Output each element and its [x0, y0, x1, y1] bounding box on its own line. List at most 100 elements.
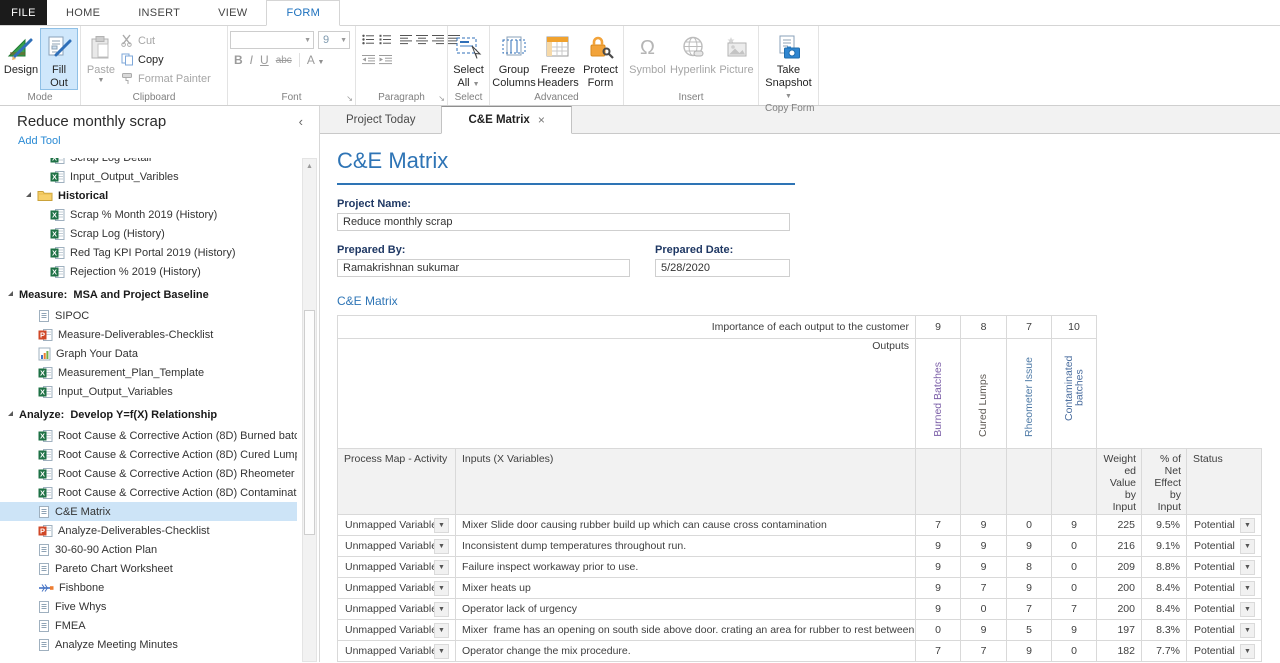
chevron-down-icon[interactable]: ▼: [1240, 644, 1255, 659]
underline-button[interactable]: U: [260, 53, 269, 67]
status-dropdown[interactable]: Potential▼: [1193, 601, 1255, 618]
hyperlink-button[interactable]: Hyperlink: [669, 28, 717, 78]
collapse-sidebar-icon[interactable]: ‹: [295, 114, 307, 129]
score-cell[interactable]: 9: [1007, 641, 1052, 662]
chevron-down-icon[interactable]: ▼: [1240, 560, 1255, 575]
activity-dropdown[interactable]: Unmapped Variable▼: [344, 643, 449, 660]
input-variable-cell[interactable]: Mixer frame has an opening on south side…: [456, 620, 916, 641]
picture-button[interactable]: Picture: [717, 28, 756, 78]
tab-ce-matrix[interactable]: C&E Matrix ×: [441, 106, 571, 134]
tree-item-scrap-log-detail[interactable]: X Scrap Log Detail: [0, 158, 297, 167]
chevron-down-icon[interactable]: ▼: [434, 539, 449, 554]
importance-value[interactable]: 8: [961, 316, 1007, 339]
tab-home[interactable]: HOME: [47, 0, 119, 25]
tree-item-measure-msa-and-project-baseline[interactable]: Measure: MSA and Project Baseline: [0, 285, 297, 304]
score-cell[interactable]: 0: [1052, 641, 1097, 662]
chevron-down-icon[interactable]: ▼: [434, 560, 449, 575]
tree-item-scrap-log-history[interactable]: X Scrap Log (History): [0, 224, 297, 243]
align-right-button[interactable]: [432, 34, 444, 45]
decrease-indent-button[interactable]: [362, 54, 375, 65]
tree-item-30-60-90-action-plan[interactable]: 30-60-90 Action Plan: [0, 540, 297, 559]
chevron-down-icon[interactable]: ▼: [1240, 539, 1255, 554]
tree-item-five-whys[interactable]: Five Whys: [0, 597, 297, 616]
score-cell[interactable]: 9: [1052, 515, 1097, 536]
copy-button[interactable]: Copy: [119, 50, 211, 69]
score-cell[interactable]: 0: [1007, 515, 1052, 536]
tree-item-scrap-month-2019-history[interactable]: X Scrap % Month 2019 (History): [0, 205, 297, 224]
score-cell[interactable]: 9: [916, 599, 961, 620]
freeze-headers-button[interactable]: Freeze Headers: [536, 28, 580, 90]
tree-item-historical[interactable]: Historical: [0, 186, 297, 205]
activity-dropdown[interactable]: Unmapped Variable▼: [344, 601, 449, 618]
tab-view[interactable]: VIEW: [199, 0, 266, 25]
tree-item-improve-implement-proposed-improvements[interactable]: Improve: Implement Proposed Improvements: [0, 658, 297, 662]
chevron-down-icon[interactable]: ▼: [434, 623, 449, 638]
select-all-button[interactable]: Select All ▼: [450, 28, 487, 90]
scroll-up-icon[interactable]: ▲: [303, 159, 316, 174]
status-dropdown[interactable]: Potential▼: [1193, 622, 1255, 639]
chevron-down-icon[interactable]: ▼: [1240, 581, 1255, 596]
score-cell[interactable]: 9: [916, 578, 961, 599]
output-header[interactable]: Cured Lumps: [961, 339, 1007, 449]
score-cell[interactable]: 8: [1007, 557, 1052, 578]
output-header[interactable]: Burned Batches: [916, 339, 961, 449]
expand-arrow-icon[interactable]: [8, 411, 13, 416]
increase-indent-button[interactable]: [379, 54, 392, 65]
score-cell[interactable]: 9: [1007, 578, 1052, 599]
tree-item-c-e-matrix[interactable]: C&E Matrix: [0, 502, 297, 521]
tree-item-sipoc[interactable]: SIPOC: [0, 306, 297, 325]
input-variable-cell[interactable]: Operator change the mix procedure.: [456, 641, 916, 662]
tree-item-analyze-meeting-minutes[interactable]: Analyze Meeting Minutes: [0, 635, 297, 654]
group-columns-button[interactable]: Group Columns: [492, 28, 536, 90]
score-cell[interactable]: 7: [961, 641, 1007, 662]
tree-item-red-tag-kpi-portal-2019-history[interactable]: X Red Tag KPI Portal 2019 (History): [0, 243, 297, 262]
tab-form[interactable]: FORM: [266, 0, 340, 26]
chevron-down-icon[interactable]: ▼: [1240, 518, 1255, 533]
take-snapshot-button[interactable]: Take Snapshot ▼: [761, 28, 816, 103]
score-cell[interactable]: 5: [1007, 620, 1052, 641]
bold-button[interactable]: B: [234, 53, 243, 67]
output-header[interactable]: Rheometer Issue: [1007, 339, 1052, 449]
chevron-down-icon[interactable]: ▼: [434, 644, 449, 659]
add-tool-link[interactable]: Add Tool: [0, 132, 319, 151]
italic-button[interactable]: I: [250, 53, 253, 67]
fill-out-button[interactable]: Fill Out: [40, 28, 78, 90]
input-variable-cell[interactable]: Failure inspect workaway prior to use.: [456, 557, 916, 578]
score-cell[interactable]: 7: [1052, 599, 1097, 620]
input-variable-cell[interactable]: Inconsistent dump temperatures throughou…: [456, 536, 916, 557]
score-cell[interactable]: 0: [1052, 578, 1097, 599]
score-cell[interactable]: 0: [1052, 557, 1097, 578]
tree-item-analyze-deliverables-checklist[interactable]: P Analyze-Deliverables-Checklist: [0, 521, 297, 540]
score-cell[interactable]: 0: [1052, 536, 1097, 557]
tree-item-rejection-2019-history[interactable]: X Rejection % 2019 (History): [0, 262, 297, 281]
output-header[interactable]: Contaminated batches: [1052, 339, 1097, 449]
activity-dropdown[interactable]: Unmapped Variable▼: [344, 538, 449, 555]
status-dropdown[interactable]: Potential▼: [1193, 559, 1255, 576]
input-variable-cell[interactable]: Operator lack of urgency: [456, 599, 916, 620]
tab-insert[interactable]: INSERT: [119, 0, 199, 25]
tree-scrollbar[interactable]: ▲: [302, 158, 317, 662]
font-size-select[interactable]: 9▼: [318, 31, 350, 49]
tree-item-graph-your-data[interactable]: Graph Your Data: [0, 344, 297, 363]
bullet-list-button[interactable]: [362, 34, 375, 45]
strikethrough-button[interactable]: abc: [276, 55, 292, 66]
status-dropdown[interactable]: Potential▼: [1193, 580, 1255, 597]
font-name-select[interactable]: ▼: [230, 31, 314, 49]
activity-dropdown[interactable]: Unmapped Variable▼: [344, 622, 449, 639]
format-painter-button[interactable]: Format Painter: [119, 69, 211, 88]
tree-item-measure-deliverables-checklist[interactable]: P Measure-Deliverables-Checklist: [0, 325, 297, 344]
chevron-down-icon[interactable]: ▼: [1240, 623, 1255, 638]
expand-arrow-icon[interactable]: [26, 192, 31, 197]
chevron-down-icon[interactable]: ▼: [434, 518, 449, 533]
score-cell[interactable]: 0: [961, 599, 1007, 620]
tree-item-root-cause-corrective-action-8d-rheomete[interactable]: X Root Cause & Corrective Action (8D) Rh…: [0, 464, 297, 483]
dialog-launcher-icon[interactable]: ↘: [438, 95, 445, 103]
dialog-launcher-icon[interactable]: ↘: [346, 95, 353, 103]
importance-value[interactable]: 10: [1052, 316, 1097, 339]
score-cell[interactable]: 0: [916, 620, 961, 641]
input-variable-cell[interactable]: Mixer heats up: [456, 578, 916, 599]
score-cell[interactable]: 9: [916, 536, 961, 557]
importance-value[interactable]: 7: [1007, 316, 1052, 339]
tree-item-pareto-chart-worksheet[interactable]: Pareto Chart Worksheet: [0, 559, 297, 578]
scrollbar-thumb[interactable]: [304, 310, 315, 536]
